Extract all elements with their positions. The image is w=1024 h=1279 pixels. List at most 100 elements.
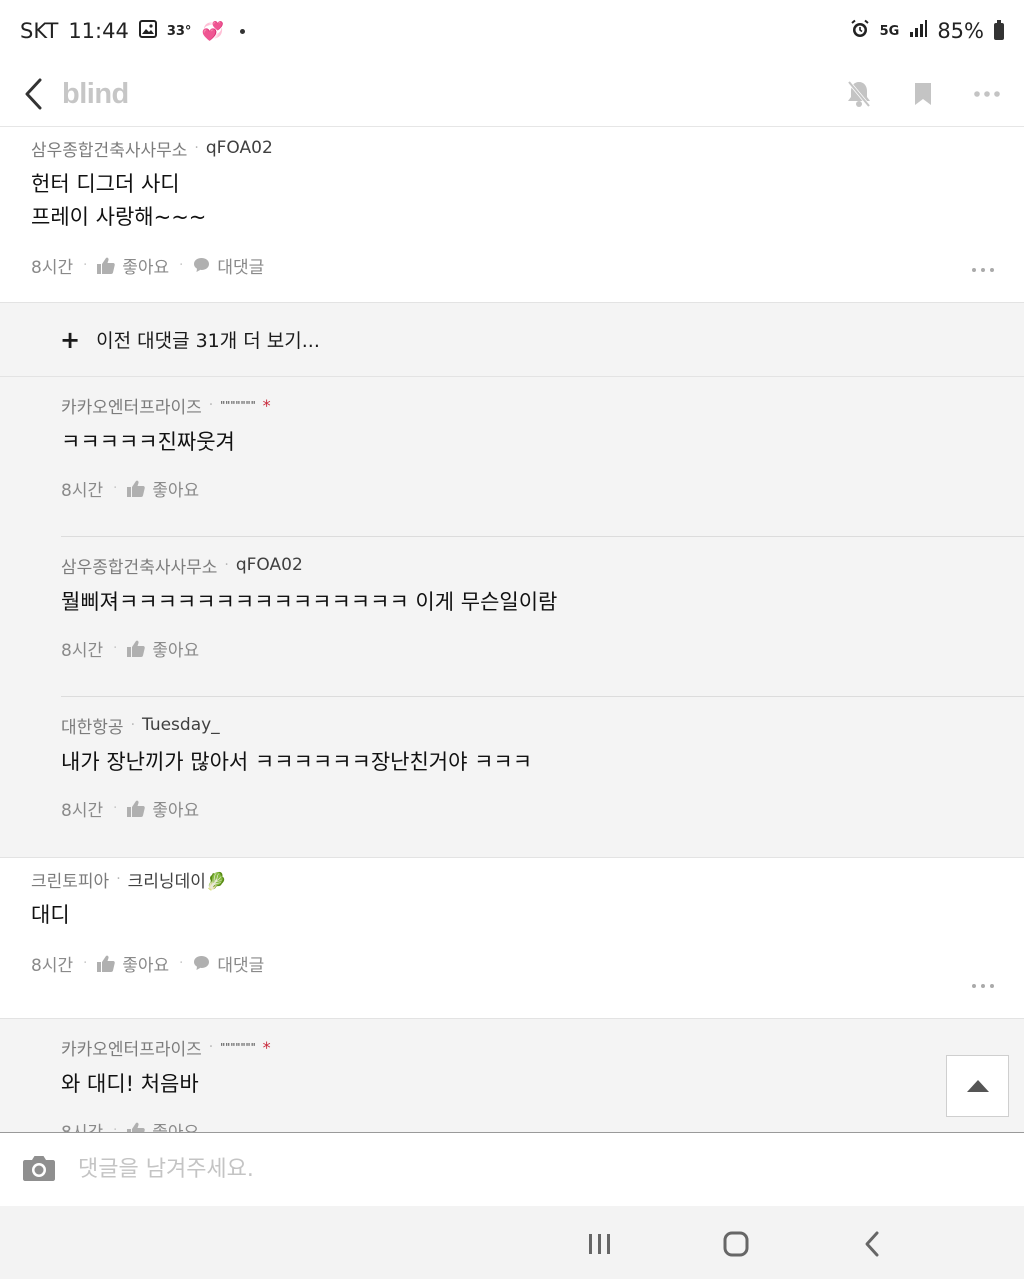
nickname: qFOA02: [205, 138, 273, 158]
comment-input-bar: [0, 1132, 1024, 1206]
camera-icon[interactable]: [22, 1154, 56, 1186]
reply-meta: 삼우종합건축사사무소 · qFOA02: [61, 553, 994, 578]
author-mark: *: [262, 1037, 271, 1057]
like-label: 좋아요: [152, 640, 200, 661]
company-name: 크린토피아: [31, 871, 110, 892]
like-button[interactable]: 좋아요: [97, 253, 169, 278]
bookmark-icon[interactable]: [908, 79, 938, 109]
carrier-label: SKT: [20, 19, 59, 43]
like-button[interactable]: 좋아요: [127, 476, 199, 501]
comment-meta: 삼우종합건축사사무소 · qFOA02: [31, 136, 994, 161]
comment-item: 크린토피아 · 크리닝데이🥬 대디 8시간 · 좋아요 · 대댓글: [0, 857, 1024, 1018]
nickname: qFOA02: [235, 555, 303, 575]
app-header: blind: [0, 62, 1024, 127]
home-icon[interactable]: [716, 1224, 756, 1264]
reply-thread: 카카오엔터프라이즈 · """"""" * 와 대디! 처음바 8시간 · 좋아…: [0, 1018, 1024, 1132]
comment-time: 8시간: [31, 257, 74, 278]
reply-footer: 8시간 · 좋아요: [61, 1115, 994, 1132]
comment-input[interactable]: [78, 1157, 878, 1182]
comment-footer: 8시간 · 좋아요 · 대댓글: [31, 250, 994, 280]
company-name: 카카오엔터프라이즈: [61, 397, 202, 418]
plus-icon: +: [60, 325, 81, 354]
reply-item: 카카오엔터프라이즈 · """"""" * ㅋㅋㅋㅋㅋ진짜웃겨 8시간 · 좋아…: [61, 377, 1024, 537]
reply-footer: 8시간 · 좋아요: [61, 793, 994, 823]
load-previous-replies-button[interactable]: + 이전 대댓글 31개 더 보기...: [0, 303, 1024, 377]
system-navigation-bar: [0, 1206, 1024, 1279]
reply-text: 와 대디! 처음바: [61, 1072, 199, 1096]
reply-footer: 8시간 · 좋아요: [61, 633, 994, 663]
speech-bubble-icon: [194, 258, 210, 272]
like-label: 좋아요: [122, 955, 170, 976]
network-type-badge: 5G: [879, 23, 900, 39]
reply-item: 카카오엔터프라이즈 · """"""" * 와 대디! 처음바 8시간 · 좋아…: [61, 1019, 1024, 1132]
like-button[interactable]: 좋아요: [97, 951, 169, 976]
alarm-icon: [850, 19, 870, 44]
like-label: 좋아요: [122, 257, 170, 278]
nickname: Tuesday_: [142, 715, 220, 735]
reply-footer: 8시간 · 좋아요: [61, 473, 994, 503]
reply-meta: 카카오엔터프라이즈 · """"""" *: [61, 393, 994, 418]
weather-temp: 33°: [166, 23, 192, 39]
nickname: """"""": [220, 398, 256, 412]
comment-time: 8시간: [31, 955, 74, 976]
reply-item: 삼우종합건축사사무소 · qFOA02 뭘삐져ㅋㅋㅋㅋㅋㅋㅋㅋㅋㅋㅋㅋㅋㅋㅋ 이…: [61, 537, 1024, 697]
battery-percent: 85%: [937, 19, 984, 43]
like-label: 좋아요: [152, 480, 200, 501]
back-icon[interactable]: [18, 74, 48, 114]
more-notifications-dot: [239, 28, 245, 34]
reply-label: 대댓글: [217, 257, 265, 278]
like-label: 좋아요: [152, 1118, 199, 1133]
like-button[interactable]: 좋아요: [127, 796, 199, 821]
company-name: 대한항공: [61, 717, 124, 738]
company-name: 카카오엔터프라이즈: [61, 1039, 202, 1060]
reply-text: 뭘삐져ㅋㅋㅋㅋㅋㅋㅋㅋㅋㅋㅋㅋㅋㅋㅋ 이게 무슨일이람: [61, 590, 558, 614]
recent-apps-icon[interactable]: [580, 1224, 620, 1264]
hearts-notification-icon: 💞: [201, 20, 224, 42]
reply-label: 대댓글: [217, 955, 265, 976]
reply-button[interactable]: 대댓글: [193, 253, 264, 278]
reply-meta: 대한항공 · Tuesday_: [61, 713, 994, 738]
clock: 11:44: [68, 19, 129, 43]
comment-more-icon[interactable]: [972, 984, 994, 988]
status-bar: SKT 11:44 33° 💞 5G 85%: [0, 0, 1024, 62]
comment-text: 헌터 디그더 사디 프레이 사랑해~~~: [31, 172, 207, 229]
comment-text: 대디: [31, 903, 70, 927]
thumbs-up-icon: [127, 800, 146, 817]
scroll-to-top-button[interactable]: [946, 1055, 1009, 1117]
reply-time: 8시간: [61, 800, 104, 821]
company-name: 삼우종합건축사사무소: [61, 557, 218, 578]
thumbs-up-icon: [127, 480, 146, 497]
comment-meta: 크린토피아 · 크리닝데이🥬: [31, 867, 994, 892]
like-button[interactable]: 좋아요: [127, 1118, 199, 1133]
gallery-notification-icon: [138, 19, 157, 43]
battery-icon: [994, 19, 1004, 40]
reply-time: 8시간: [61, 480, 104, 501]
speech-bubble-icon: [194, 956, 210, 970]
like-label: 좋아요: [152, 800, 200, 821]
reply-thread: + 이전 대댓글 31개 더 보기... 카카오엔터프라이즈 · """""""…: [0, 303, 1024, 857]
thumbs-up-icon: [97, 955, 116, 972]
triangle-up-icon: [966, 1080, 989, 1092]
load-previous-label: 이전 대댓글 31개 더 보기...: [96, 330, 320, 352]
reply-text: ㅋㅋㅋㅋㅋ진짜웃겨: [61, 430, 235, 454]
brand-logo[interactable]: blind: [62, 78, 129, 111]
nickname: 크리닝데이🥬: [127, 871, 228, 892]
reply-time: 8시간: [61, 640, 104, 661]
reply-button[interactable]: 대댓글: [193, 951, 264, 976]
comment-item: 삼우종합건축사사무소 · qFOA02 헌터 디그더 사디 프레이 사랑해~~~…: [0, 127, 1024, 303]
more-icon[interactable]: [972, 79, 1002, 109]
like-button[interactable]: 좋아요: [127, 636, 199, 661]
reply-text: 내가 장난끼가 많아서 ㅋㅋㅋㅋㅋㅋ장난친거야 ㅋㅋㅋ: [61, 750, 533, 774]
thumbs-up-icon: [97, 257, 116, 274]
thumbs-up-icon: [127, 640, 146, 657]
nickname: """"""": [220, 1040, 256, 1054]
signal-icon: [909, 19, 928, 43]
reply-time: 8시간: [61, 1118, 103, 1133]
comment-footer: 8시간 · 좋아요 · 대댓글: [31, 948, 994, 978]
bell-off-icon[interactable]: [844, 79, 874, 109]
nav-back-icon[interactable]: [852, 1224, 892, 1264]
reply-item: 대한항공 · Tuesday_ 내가 장난끼가 많아서 ㅋㅋㅋㅋㅋㅋ장난친거야 …: [61, 697, 1024, 857]
thumbs-up-icon: [127, 1122, 146, 1132]
comment-more-icon[interactable]: [972, 268, 994, 272]
author-mark: *: [262, 395, 271, 415]
